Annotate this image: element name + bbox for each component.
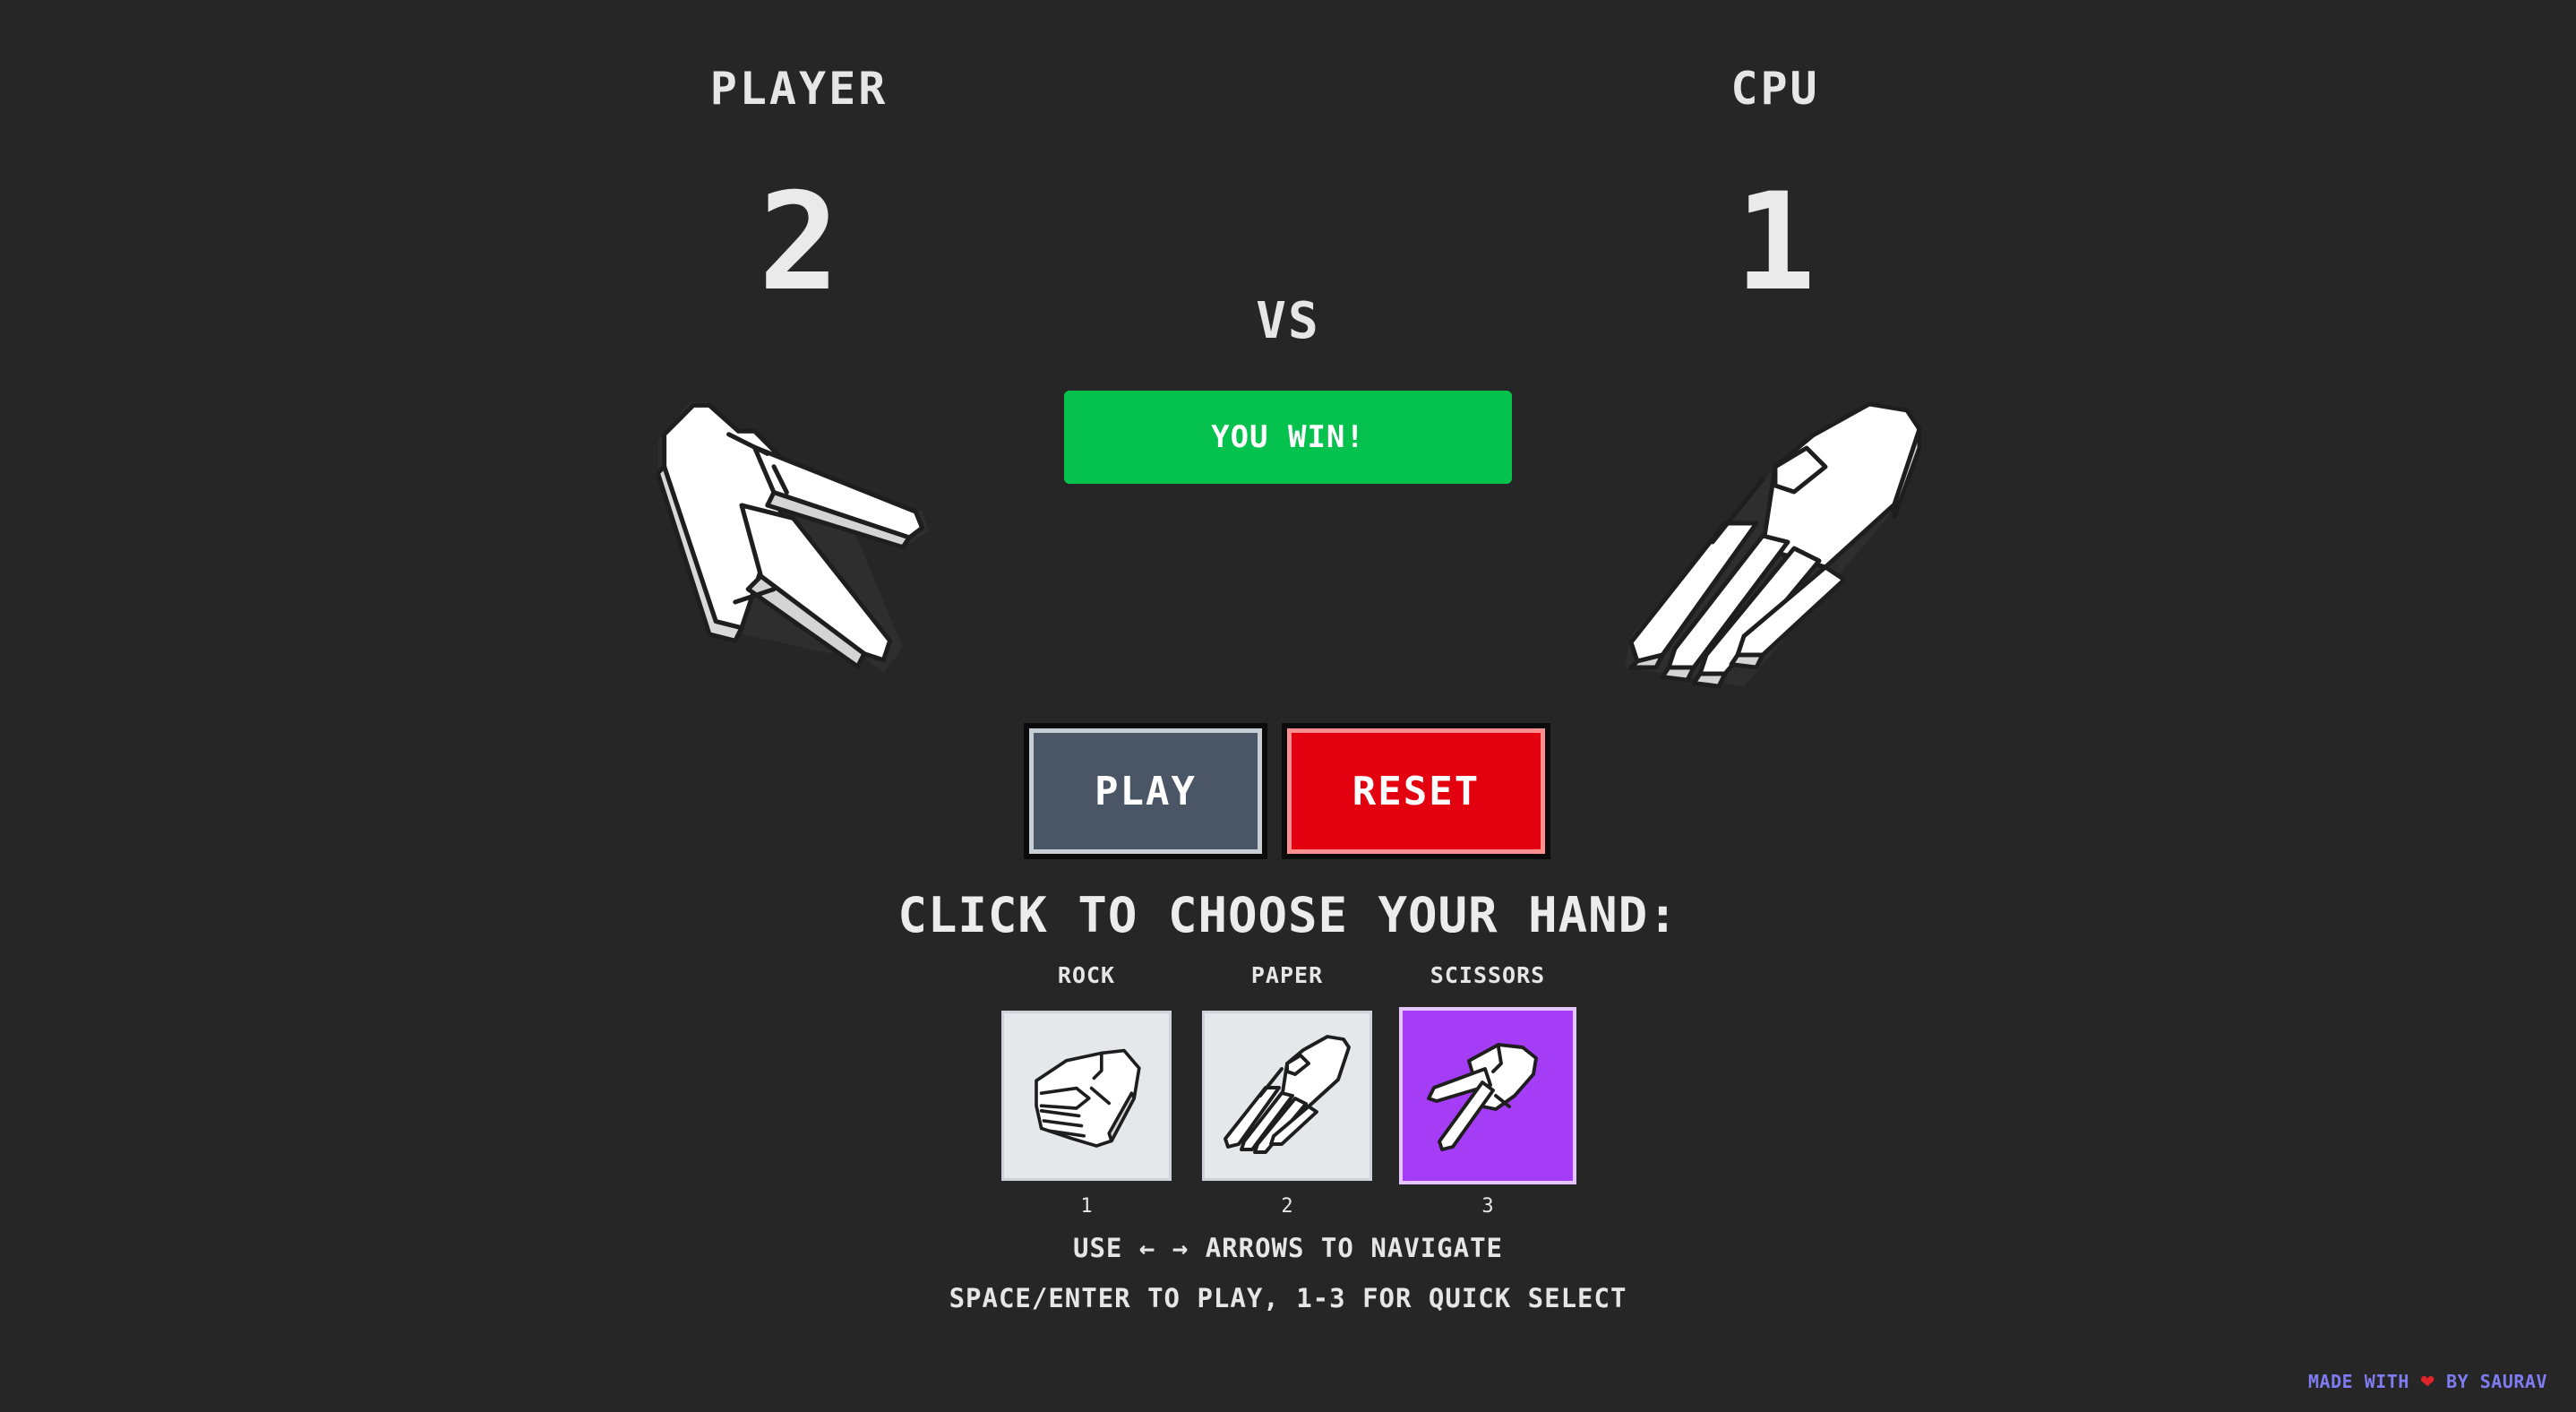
footer-suffix: BY SAURAV (2446, 1371, 2547, 1392)
choice-key-paper: 2 (1281, 1195, 1293, 1218)
hint-navigate: USE ← → ARROWS TO NAVIGATE (1073, 1233, 1503, 1263)
play-button[interactable]: PLAY (1024, 723, 1267, 859)
play-button-label: PLAY (1029, 728, 1262, 854)
arrow-keys-icon: ← → (1138, 1233, 1189, 1263)
vs-label: VS (1256, 292, 1320, 350)
choice-card-rock[interactable] (1001, 1011, 1172, 1181)
cpu-paper-hand-icon (1625, 401, 1922, 689)
result-text: YOU WIN! (1211, 419, 1365, 455)
choice-label-scissors: SCISSORS (1430, 962, 1546, 988)
hint-navigate-prefix: USE (1073, 1233, 1123, 1263)
reset-button[interactable]: RESET (1282, 723, 1550, 859)
choice-key-rock: 1 (1080, 1195, 1093, 1218)
footer-credit[interactable]: MADE WITH ❤ BY SAURAV (2308, 1367, 2547, 1394)
player-score: 2 (758, 165, 840, 321)
cpu-score: 1 (1734, 165, 1816, 321)
player-scissors-hand-icon (655, 401, 929, 674)
hint-navigate-suffix: ARROWS TO NAVIGATE (1205, 1233, 1503, 1263)
choice-label-paper: PAPER (1250, 962, 1324, 988)
choice-card-scissors[interactable] (1399, 1007, 1576, 1184)
cpu-label: CPU (1730, 63, 1820, 115)
rock-hand-icon (1035, 1048, 1141, 1148)
chooser-title: CLICK TO CHOOSE YOUR HAND: (897, 887, 1679, 943)
choice-label-rock: ROCK (1057, 962, 1116, 988)
player-label: PLAYER (709, 63, 889, 115)
heart-icon: ❤ (2420, 1367, 2435, 1394)
footer-prefix: MADE WITH (2308, 1371, 2409, 1392)
reset-button-label: RESET (1287, 728, 1545, 854)
choice-card-paper[interactable] (1202, 1011, 1372, 1181)
scissors-hand-icon (1427, 1043, 1538, 1151)
paper-hand-icon (1224, 1035, 1351, 1154)
result-banner: YOU WIN! (1064, 391, 1512, 484)
choice-key-scissors: 3 (1481, 1195, 1494, 1218)
hint-shortcuts: SPACE/ENTER TO PLAY, 1-3 FOR QUICK SELEC… (949, 1283, 1627, 1313)
